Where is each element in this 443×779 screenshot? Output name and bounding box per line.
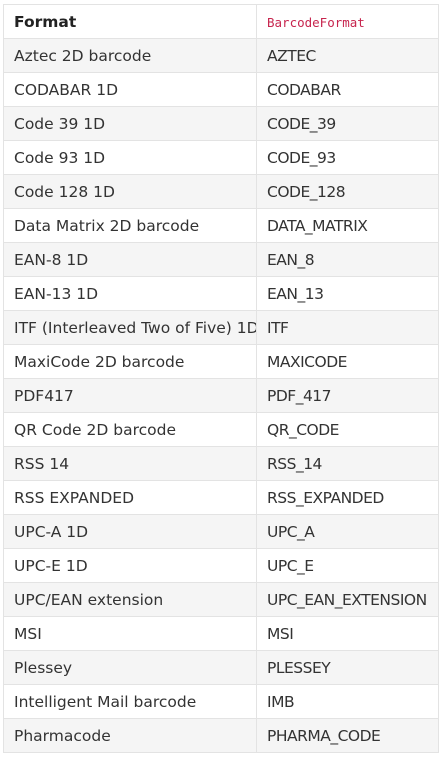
barcode-format-enum-cell: RSS_14 — [256, 446, 439, 481]
format-name-cell: RSS EXPANDED — [3, 480, 257, 515]
table-header-row: Format BarcodeFormat — [3, 4, 439, 39]
table-row: UPC-A 1D UPC_A — [3, 514, 439, 549]
format-name-cell: MSI — [3, 616, 257, 651]
table-row: PDF417 PDF_417 — [3, 378, 439, 413]
barcode-format-enum-cell: MSI — [256, 616, 439, 651]
barcode-format-enum-cell: UPC_E — [256, 548, 439, 583]
barcode-format-enum-cell: EAN_8 — [256, 242, 439, 277]
table-row: Code 93 1D CODE_93 — [3, 140, 439, 175]
barcode-format-column-header: BarcodeFormat — [256, 4, 439, 39]
table-row: EAN-8 1D EAN_8 — [3, 242, 439, 277]
barcode-format-enum-cell: PLESSEY — [256, 650, 439, 685]
barcode-format-enum-cell: QR_CODE — [256, 412, 439, 447]
table-row: UPC-E 1D UPC_E — [3, 548, 439, 583]
table-row: Plessey PLESSEY — [3, 650, 439, 685]
barcode-format-enum-cell: CODE_93 — [256, 140, 439, 175]
table-body: Aztec 2D barcode AZTEC CODABAR 1D CODABAR Co… — [3, 38, 439, 753]
barcode-format-enum-cell: ITF — [256, 310, 439, 345]
table-row: QR Code 2D barcode QR_CODE — [3, 412, 439, 447]
format-name-cell: UPC/EAN extension — [3, 582, 257, 617]
barcode-format-enum-cell: PDF_417 — [256, 378, 439, 413]
format-name-cell: CODABAR 1D — [3, 72, 257, 107]
barcode-format-enum-cell: IMB — [256, 684, 439, 719]
format-name-cell: Code 39 1D — [3, 106, 257, 141]
table-row: Aztec 2D barcode AZTEC — [3, 38, 439, 73]
table-row: MSI MSI — [3, 616, 439, 651]
format-name-cell: Code 93 1D — [3, 140, 257, 175]
format-name-cell: ITF (Interleaved Two of Five) 1D — [3, 310, 257, 345]
barcode-format-enum-cell: CODE_39 — [256, 106, 439, 141]
barcode-format-enum-cell: UPC_EAN_EXTENSION — [256, 582, 439, 617]
table-row: UPC/EAN extension UPC_EAN_EXTENSION — [3, 582, 439, 617]
format-column-header: Format — [3, 4, 257, 39]
format-name-cell: UPC-E 1D — [3, 548, 257, 583]
barcode-formats-table: Format BarcodeFormat Aztec 2D barcode AZT… — [3, 4, 439, 753]
table-row: RSS EXPANDED RSS_EXPANDED — [3, 480, 439, 515]
table-row: Intelligent Mail barcode IMB — [3, 684, 439, 719]
format-name-cell: Plessey — [3, 650, 257, 685]
format-name-cell: QR Code 2D barcode — [3, 412, 257, 447]
format-name-cell: Data Matrix 2D barcode — [3, 208, 257, 243]
barcode-format-enum-cell: PHARMA_CODE — [256, 718, 439, 753]
barcode-format-enum-cell: DATA_MATRIX — [256, 208, 439, 243]
format-name-cell: Intelligent Mail barcode — [3, 684, 257, 719]
format-name-cell: EAN-13 1D — [3, 276, 257, 311]
format-name-cell: Aztec 2D barcode — [3, 38, 257, 73]
barcode-format-enum-cell: EAN_13 — [256, 276, 439, 311]
table-row: EAN-13 1D EAN_13 — [3, 276, 439, 311]
barcode-format-enum-cell: MAXICODE — [256, 344, 439, 379]
table-row: CODABAR 1D CODABAR — [3, 72, 439, 107]
format-name-cell: MaxiCode 2D barcode — [3, 344, 257, 379]
table-row: MaxiCode 2D barcode MAXICODE — [3, 344, 439, 379]
barcode-format-enum-cell: CODE_128 — [256, 174, 439, 209]
barcode-format-enum-cell: UPC_A — [256, 514, 439, 549]
format-name-cell: RSS 14 — [3, 446, 257, 481]
barcode-format-code: BarcodeFormat — [267, 14, 365, 30]
format-name-cell: Pharmacode — [3, 718, 257, 753]
format-name-cell: Code 128 1D — [3, 174, 257, 209]
barcode-format-enum-cell: AZTEC — [256, 38, 439, 73]
format-name-cell: UPC-A 1D — [3, 514, 257, 549]
format-name-cell: EAN-8 1D — [3, 242, 257, 277]
table-row: RSS 14 RSS_14 — [3, 446, 439, 481]
table-row: Code 128 1D CODE_128 — [3, 174, 439, 209]
table-row: Code 39 1D CODE_39 — [3, 106, 439, 141]
barcode-format-enum-cell: RSS_EXPANDED — [256, 480, 439, 515]
format-name-cell: PDF417 — [3, 378, 257, 413]
barcode-format-enum-cell: CODABAR — [256, 72, 439, 107]
table-row: ITF (Interleaved Two of Five) 1D ITF — [3, 310, 439, 345]
table-row: Pharmacode PHARMA_CODE — [3, 718, 439, 753]
table-row: Data Matrix 2D barcode DATA_MATRIX — [3, 208, 439, 243]
